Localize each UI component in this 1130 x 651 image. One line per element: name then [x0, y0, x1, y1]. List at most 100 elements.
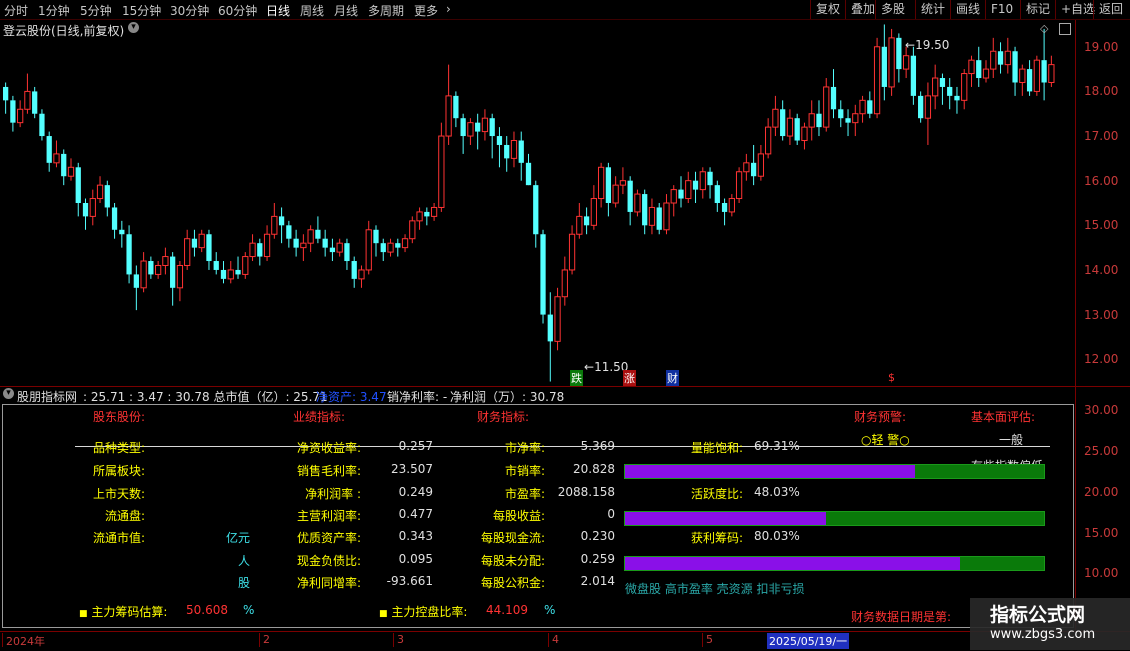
period-tab[interactable]: 15分钟	[122, 2, 161, 19]
marker-dollar[interactable]: $	[888, 371, 895, 384]
candlestick-chart[interactable]: 登云股份(日线,前复权) ▾ ◇ ←19.50 ←11.50 跌 涨 财 $	[0, 20, 1130, 386]
toolbar-button[interactable]: 多股	[875, 0, 905, 19]
candle-body	[438, 135, 445, 208]
candle-body	[271, 215, 278, 235]
candle-body	[757, 153, 765, 177]
candle	[24, 73, 31, 114]
candle	[597, 162, 605, 208]
candle-body	[1004, 50, 1011, 66]
toolbar-button[interactable]: 返回	[1093, 0, 1123, 19]
candle-body	[823, 86, 830, 128]
candle-body	[896, 37, 902, 70]
finance-date-label: 财务数据日期是第:	[851, 610, 952, 624]
candle-body	[453, 95, 459, 119]
candle	[590, 185, 597, 230]
candle-body	[525, 162, 532, 186]
candle-body	[401, 238, 409, 249]
candle-body	[902, 55, 910, 70]
candle	[808, 100, 815, 141]
candle-body	[699, 171, 706, 191]
candle	[801, 122, 808, 150]
candle	[322, 229, 328, 257]
chevron-down-icon[interactable]: ▾	[128, 22, 139, 33]
toolbar-button[interactable]: 统计	[915, 0, 945, 19]
candle	[17, 100, 24, 128]
candle	[743, 153, 750, 181]
candle-body	[46, 136, 52, 163]
toolbar-button[interactable]: 复权	[810, 0, 840, 19]
collapse-icon[interactable]: ▾	[3, 388, 14, 399]
candle	[89, 189, 96, 226]
candle	[896, 33, 902, 83]
candle	[1048, 55, 1055, 87]
performance-label: 现金负债比:	[296, 554, 361, 568]
candle	[1033, 55, 1040, 96]
period-tab[interactable]: 更多	[414, 2, 438, 19]
period-tab[interactable]: 月线	[334, 2, 358, 19]
candle-body	[430, 206, 438, 217]
period-tab[interactable]: 1分钟	[38, 2, 70, 19]
more-arrow-icon[interactable]: ›	[446, 2, 451, 16]
period-tab[interactable]: 多周期	[368, 2, 404, 19]
candle	[612, 176, 619, 208]
candle	[670, 185, 677, 217]
toolbar-button[interactable]: F10	[985, 0, 1013, 19]
time-axis: 2024年 2 3 4 5 2025/05/19/一	[0, 631, 1130, 651]
toolbar-button[interactable]: 标记	[1020, 0, 1050, 19]
candle-body	[510, 140, 518, 159]
toolbar-button[interactable]: 画线	[950, 0, 980, 19]
candle-body	[104, 185, 110, 208]
candle-body	[780, 109, 786, 137]
period-tab[interactable]: 30分钟	[170, 2, 209, 19]
finance-label: 每股现金流:	[480, 531, 545, 545]
toolbar-button[interactable]: +自选	[1055, 0, 1095, 19]
period-tab[interactable]: 日线	[266, 2, 290, 19]
candle-body	[198, 233, 205, 249]
candle	[540, 229, 546, 324]
candle	[3, 82, 9, 114]
period-tab[interactable]: 60分钟	[218, 2, 257, 19]
candle-body	[533, 185, 539, 235]
candle-body	[786, 117, 794, 137]
candle	[104, 180, 110, 217]
unit-share: 股	[238, 576, 251, 590]
period-tab[interactable]: 周线	[300, 2, 324, 19]
candle-body	[119, 229, 125, 235]
candle-body	[765, 126, 772, 155]
price-tick: 14.00	[1084, 262, 1119, 277]
candle-body	[496, 136, 503, 145]
finance-value: 0.259	[580, 552, 615, 566]
finance-label: 市净率:	[504, 441, 545, 455]
performance-label: 主营利润率:	[296, 509, 361, 523]
candle	[140, 252, 147, 293]
candle-body	[859, 99, 866, 115]
candle-body	[888, 37, 895, 88]
window-toggle-icon[interactable]	[1059, 23, 1071, 35]
diamond-icon[interactable]: ◇	[1040, 22, 1048, 35]
net-assets: 净资产: 3.47	[316, 390, 387, 404]
candle	[954, 86, 960, 114]
finance-value: 5.369	[580, 439, 615, 453]
marker-finance[interactable]: 财	[666, 370, 679, 386]
candle-body	[852, 113, 859, 124]
candle	[481, 109, 489, 141]
candle	[707, 167, 713, 199]
marker-rise[interactable]: 涨	[623, 370, 636, 386]
period-tab[interactable]: 分时	[4, 2, 28, 19]
candle-body	[220, 269, 227, 279]
period-tab[interactable]: 5分钟	[80, 2, 112, 19]
candle	[409, 216, 416, 244]
candle-body	[678, 189, 684, 199]
candle	[867, 91, 873, 119]
candle	[990, 37, 997, 79]
header-finance: 财务指标:	[477, 410, 530, 424]
candle	[365, 220, 372, 275]
toolbar-button[interactable]: 叠加	[845, 0, 875, 19]
candle-body	[61, 153, 67, 177]
time-label: 5	[702, 633, 713, 647]
candle	[380, 238, 386, 262]
candle	[75, 162, 81, 217]
candle	[982, 60, 990, 83]
marker-drop[interactable]: 跌	[570, 370, 583, 386]
candle-body	[642, 194, 648, 226]
